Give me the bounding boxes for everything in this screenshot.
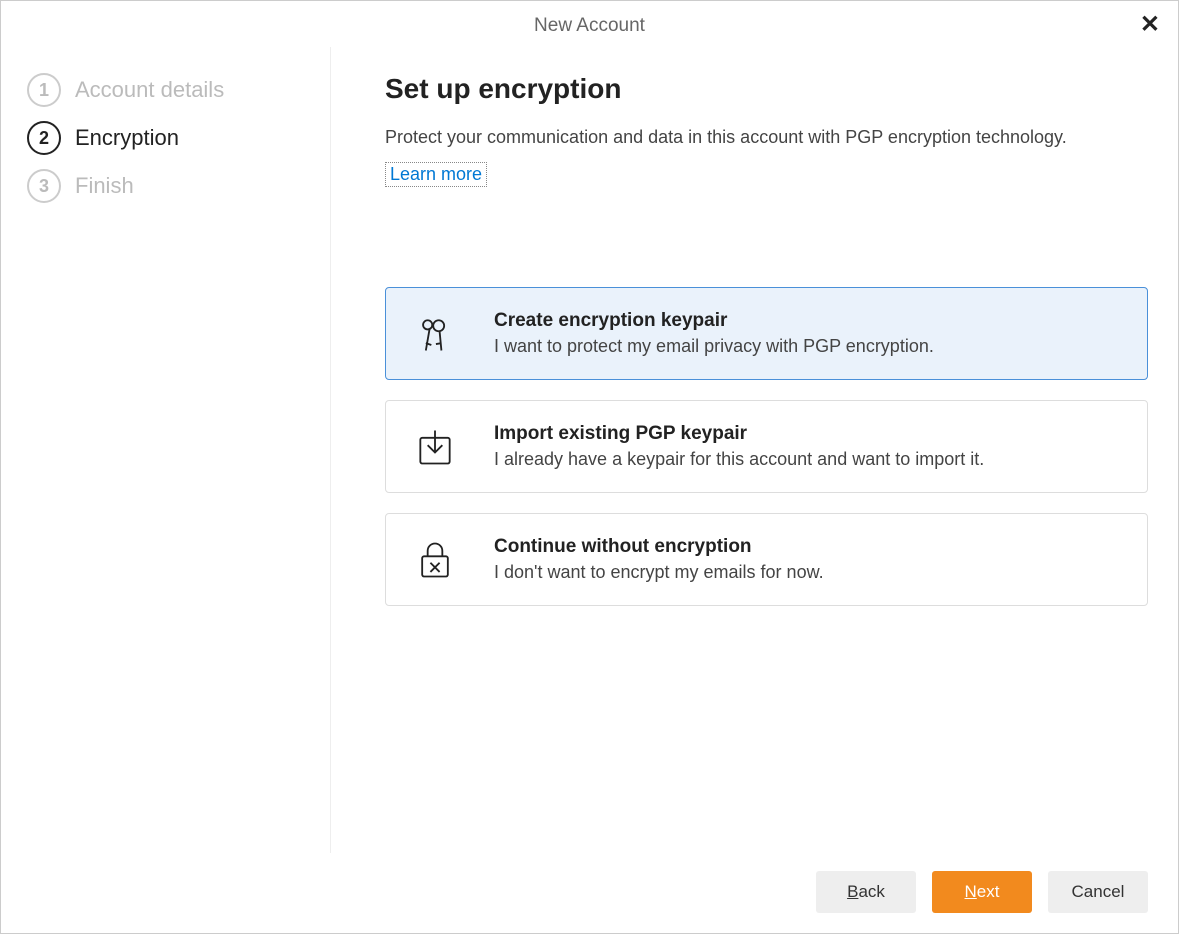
encryption-options: Create encryption keypair I want to prot… — [385, 287, 1148, 606]
step-label: Encryption — [75, 125, 179, 151]
step-encryption[interactable]: 2 Encryption — [27, 121, 310, 155]
option-text: Import existing PGP keypair I already ha… — [494, 423, 1121, 470]
learn-more-link[interactable]: Learn more — [385, 162, 487, 187]
close-icon: ✕ — [1140, 11, 1160, 38]
option-text: Continue without encryption I don't want… — [494, 536, 1121, 583]
next-button[interactable]: Next — [932, 871, 1032, 913]
wizard-steps-sidebar: 1 Account details 2 Encryption 3 Finish — [1, 47, 331, 853]
step-number: 1 — [27, 73, 61, 107]
back-button[interactable]: Back — [816, 871, 916, 913]
close-button[interactable]: ✕ — [1140, 13, 1160, 37]
option-text: Create encryption keypair I want to prot… — [494, 310, 1121, 357]
option-title: Import existing PGP keypair — [494, 423, 1121, 445]
main-content: Set up encryption Protect your communica… — [331, 47, 1178, 853]
lock-x-icon — [412, 537, 458, 583]
page-description: Protect your communication and data in t… — [385, 127, 1148, 148]
dialog-title: New Account — [534, 15, 645, 36]
import-icon — [412, 424, 458, 470]
page-title: Set up encryption — [385, 73, 1148, 105]
option-title: Continue without encryption — [494, 536, 1121, 558]
option-no-encryption[interactable]: Continue without encryption I don't want… — [385, 513, 1148, 606]
keys-icon — [412, 311, 458, 357]
step-label: Account details — [75, 77, 224, 103]
dialog-header: New Account ✕ — [1, 1, 1178, 47]
step-label: Finish — [75, 173, 134, 199]
new-account-dialog: New Account ✕ 1 Account details 2 Encryp… — [0, 0, 1179, 934]
option-description: I don't want to encrypt my emails for no… — [494, 562, 1121, 583]
step-account-details[interactable]: 1 Account details — [27, 73, 310, 107]
cancel-button[interactable]: Cancel — [1048, 871, 1148, 913]
option-title: Create encryption keypair — [494, 310, 1121, 332]
option-description: I want to protect my email privacy with … — [494, 336, 1121, 357]
dialog-footer: Back Next Cancel — [1, 853, 1178, 933]
option-import-keypair[interactable]: Import existing PGP keypair I already ha… — [385, 400, 1148, 493]
step-number: 3 — [27, 169, 61, 203]
option-create-keypair[interactable]: Create encryption keypair I want to prot… — [385, 287, 1148, 380]
dialog-body: 1 Account details 2 Encryption 3 Finish … — [1, 47, 1178, 853]
step-number: 2 — [27, 121, 61, 155]
step-finish[interactable]: 3 Finish — [27, 169, 310, 203]
option-description: I already have a keypair for this accoun… — [494, 449, 1121, 470]
